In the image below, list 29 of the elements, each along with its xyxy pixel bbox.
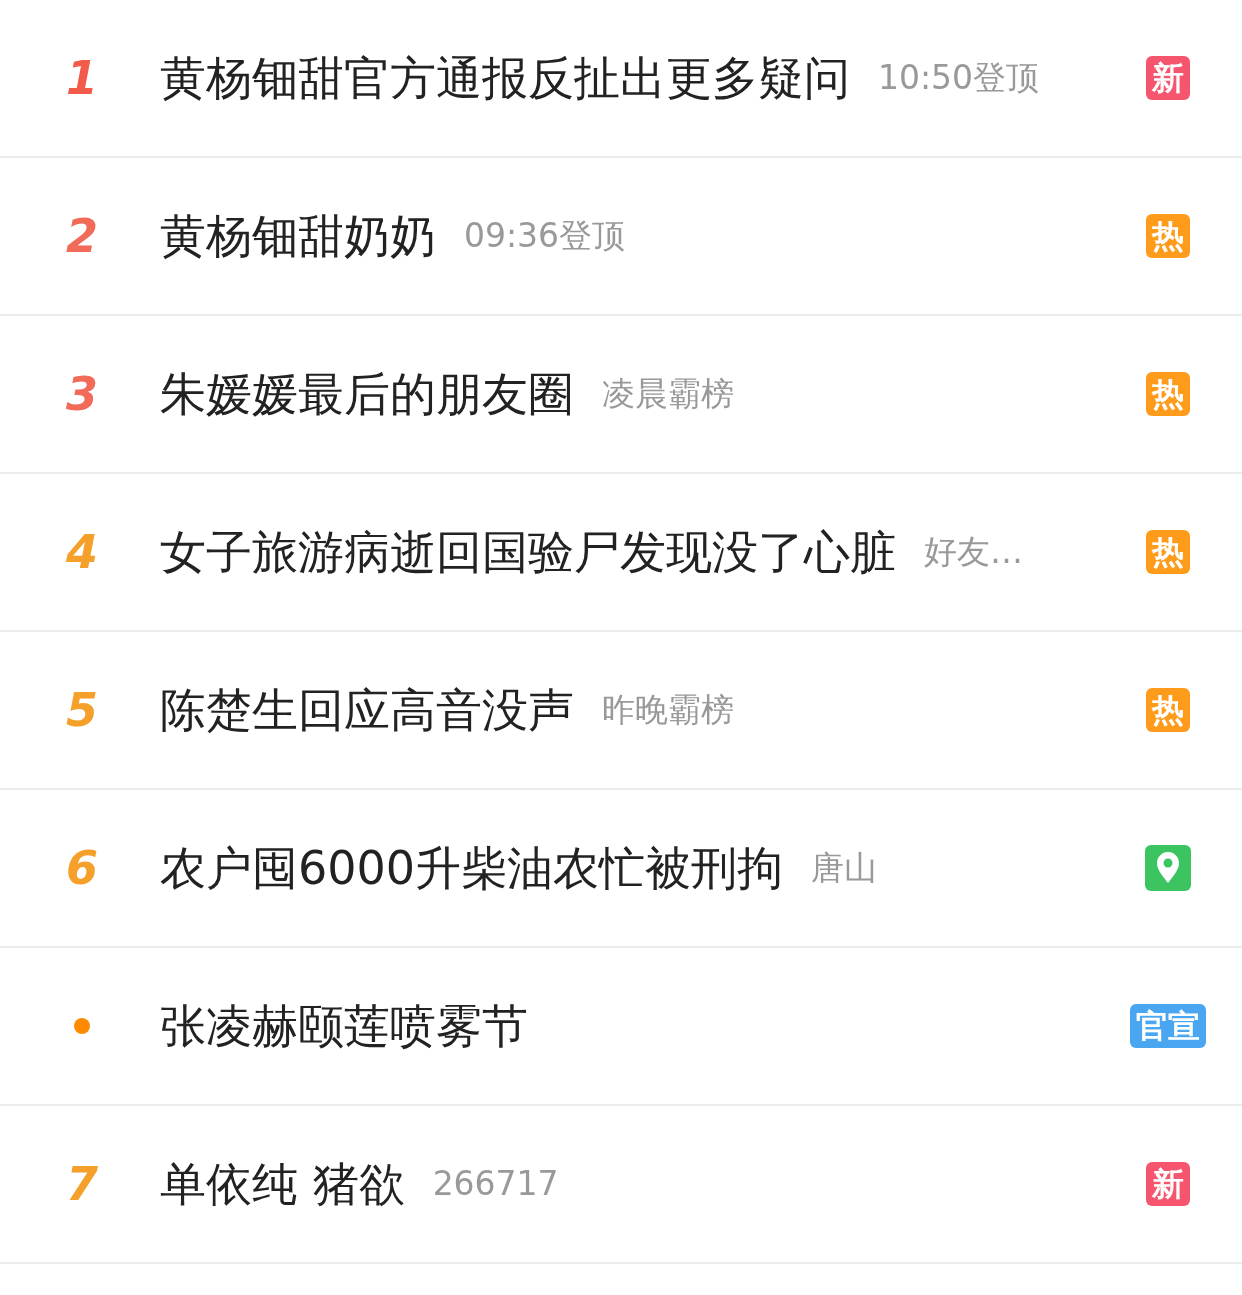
topic-meta: 昨晚霸榜	[602, 689, 734, 732]
topic-meta: 10:50登顶	[878, 57, 1040, 100]
tag-label: 新	[1146, 56, 1190, 100]
topic-title[interactable]: 黄杨钿甜奶奶	[160, 201, 436, 271]
rank-number: 5	[65, 681, 99, 739]
tag-label: 热	[1146, 688, 1190, 732]
topic-meta: 唐山	[811, 847, 878, 890]
topic-meta: 266717	[432, 1163, 559, 1206]
rank-number: 6	[65, 839, 99, 897]
tag-label: 热	[1146, 372, 1190, 416]
topic-meta: 09:36登顶	[464, 215, 626, 258]
tag-label: 热	[1146, 214, 1190, 258]
tag-label: 官宣	[1130, 1004, 1206, 1048]
rank-number: 4	[65, 523, 99, 581]
rank-number: 3	[65, 365, 99, 423]
topic-meta: 好友…	[924, 531, 1023, 574]
tag-label: 热	[1146, 530, 1190, 574]
topic-title[interactable]: 黄杨钿甜官方通报反扯出更多疑问	[160, 43, 850, 113]
rank-number: 1	[65, 49, 99, 107]
topic-title[interactable]: 农户囤6000升柴油农忙被刑拘	[160, 833, 784, 903]
topic-title[interactable]: 女子旅游病逝回国验尸发现没了心脏	[160, 517, 896, 587]
tag-label: 新	[1146, 1162, 1190, 1206]
rank-number: 2	[65, 207, 99, 265]
rank-number: 7	[65, 1155, 99, 1213]
topic-title[interactable]: 张凌赫颐莲喷雾节	[160, 991, 528, 1061]
topic-title[interactable]: 朱媛媛最后的朋友圈	[160, 359, 574, 429]
topic-meta: 凌晨霸榜	[602, 373, 734, 416]
topic-title[interactable]: 陈楚生回应高音没声	[160, 675, 574, 745]
topic-title[interactable]: 单依纯 猪欲	[160, 1149, 405, 1219]
